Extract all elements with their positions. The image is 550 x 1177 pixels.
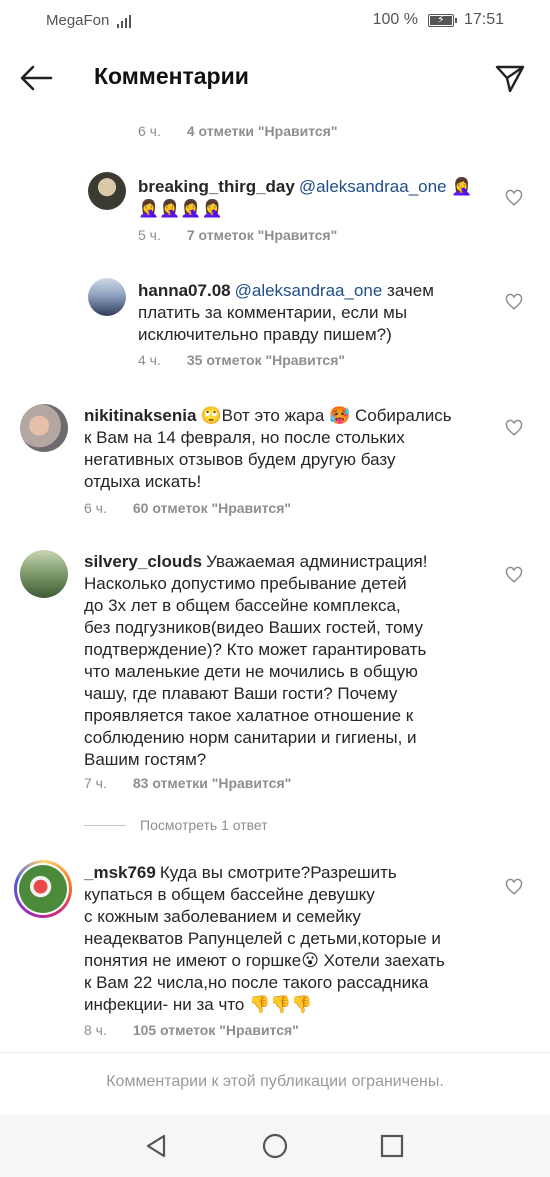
comment-line: 🤦‍♀️🤦‍♀️🤦‍♀️🤦‍♀️ [138, 199, 223, 218]
status-bar: MegaFon 100 % ⚡ 17:51 [0, 0, 550, 42]
comment-likes[interactable]: 4 отметки "Нравится" [187, 123, 338, 139]
divider-line [84, 824, 126, 826]
comment-mention[interactable]: @aleksandraa_one [299, 177, 447, 196]
view-replies-label: Посмотреть 1 ответ [140, 817, 268, 833]
avatar[interactable] [20, 404, 68, 452]
comment-username[interactable]: nikitinaksenia [84, 406, 196, 425]
comment-line: купаться в общем бассейне девушку [84, 885, 375, 904]
heart-icon[interactable] [505, 566, 523, 584]
comment-line: до 3х лет в общем бассейне комплекса, [84, 596, 401, 615]
nav-back-icon[interactable] [142, 1131, 172, 1161]
comment-line: инфекции- ни за что 👎👎👎 [84, 995, 313, 1014]
signal-icon [117, 14, 132, 28]
comment-line: исключительно правду пишем?) [138, 325, 392, 344]
comment-time: 6 ч. [138, 123, 161, 139]
comment-text: breaking_thirg_day @aleksandraa_one 🤦‍♀️ … [138, 176, 488, 220]
arrow-left-icon [20, 65, 53, 91]
heart-icon[interactable] [505, 419, 523, 437]
comment-time: 5 ч. [138, 227, 161, 243]
comment-mention[interactable]: @aleksandraa_one [235, 281, 383, 300]
comment-meta: 4 ч. 35 отметок "Нравится" [138, 352, 345, 368]
nav-recents-icon[interactable] [377, 1131, 407, 1161]
comment-line: к Вам на 14 февраля, но после стольких [84, 428, 405, 447]
comment-line: неадекватов Рапунцелей с детьми,которые … [84, 929, 441, 948]
comment-username[interactable]: _msk769 [84, 863, 156, 882]
comment-line: что маленькие дети не мочились в общую [84, 662, 418, 681]
comment-line: понятия не имеют о горшке😮 Хотели заехат… [84, 951, 445, 970]
comment-time: 7 ч. [84, 775, 107, 791]
share-button[interactable] [494, 62, 526, 94]
comment-likes[interactable]: 105 отметок "Нравится" [133, 1022, 299, 1038]
comment-likes[interactable]: 83 отметки "Нравится" [133, 775, 291, 791]
comment-meta: 6 ч. 4 отметки "Нравится" [138, 123, 337, 139]
heart-icon[interactable] [505, 293, 523, 311]
comment-text: nikitinaksenia 🙄Вот это жара 🥵 Собирались… [84, 405, 494, 493]
comment-line: чашу, где плавают Ваши гости? Почему [84, 684, 398, 703]
comment-line: 🙄Вот это жара 🥵 Собирались [200, 406, 452, 425]
comment-meta: 8 ч. 105 отметок "Нравится" [84, 1022, 299, 1038]
comment-meta: 7 ч. 83 отметки "Нравится" [84, 775, 291, 791]
view-replies-button[interactable]: Посмотреть 1 ответ [84, 817, 268, 833]
battery-icon: ⚡ [427, 13, 457, 27]
comment-likes[interactable]: 7 отметок "Нравится" [187, 227, 337, 243]
nav-home-icon[interactable] [260, 1131, 290, 1161]
comment-line: Уважаемая администрация! [206, 552, 428, 571]
avatar[interactable] [88, 278, 126, 316]
comment-line: с кожным заболеванием и семейку [84, 907, 361, 926]
page-title: Комментарии [94, 63, 249, 89]
comment-line: платить за комментарии, если мы [138, 303, 408, 322]
comment-line: отдыха искать! [84, 472, 202, 491]
comment-text: _msk769 Куда вы смотрите?Разрешить купать… [84, 862, 504, 1016]
comment-line: зачем [387, 281, 434, 300]
paper-plane-icon [495, 65, 525, 93]
divider [0, 1052, 550, 1053]
comment-line: Насколько допустимо пребывание детей [84, 574, 407, 593]
comment-text: silvery_clouds Уважаемая администрация! Н… [84, 551, 504, 771]
comment-meta: 5 ч. 7 отметок "Нравится" [138, 227, 337, 243]
comment-line: негативных отзывов будем другую базу [84, 450, 396, 469]
comment-meta: 6 ч. 60 отметок "Нравится" [84, 500, 291, 516]
comment-text: hanna07.08 @aleksandraa_one зачем платить… [138, 280, 488, 346]
comment-time: 6 ч. [84, 500, 107, 516]
comment-line: соблюдению норм санитарии и гигиены, и [84, 728, 417, 747]
carrier-name: MegaFon [46, 12, 110, 29]
comment-line: подтверждение)? Кто может гарантировать [84, 640, 427, 659]
comment-line: Вашим гостям? [84, 750, 207, 769]
status-right: 100 % ⚡ 17:51 [373, 11, 504, 29]
heart-icon[interactable] [505, 189, 523, 207]
status-left: MegaFon [46, 12, 132, 29]
back-button[interactable] [18, 62, 54, 94]
avatar[interactable] [20, 550, 68, 598]
comment-line: Куда вы смотрите?Разрешить [159, 863, 397, 882]
comment-line: проявляется такое халатное отношение к [84, 706, 414, 725]
avatar[interactable] [14, 860, 72, 918]
comments-limited-note: Комментарии к этой публикации ограничены… [106, 1073, 444, 1090]
comment-username[interactable]: hanna07.08 [138, 281, 231, 300]
comment-time: 4 ч. [138, 352, 161, 368]
comment-line: без подгузников(видео Ваших гостей, тому [84, 618, 423, 637]
battery-percent: 100 % [372, 11, 418, 28]
comment-likes[interactable]: 35 отметок "Нравится" [187, 352, 345, 368]
comment-username[interactable]: breaking_thirg_day [138, 177, 295, 196]
comment-time: 8 ч. [84, 1022, 107, 1038]
comment-username[interactable]: silvery_clouds [84, 552, 202, 571]
navigation-bar [0, 1115, 550, 1177]
comment-line: 🤦‍♀️ [451, 177, 473, 196]
header: Комментарии [0, 42, 550, 114]
comment-line: к Вам 22 числа,но после такого рассадник… [84, 973, 429, 992]
avatar[interactable] [88, 172, 126, 210]
comment-likes[interactable]: 60 отметок "Нравится" [133, 500, 291, 516]
clock: 17:51 [463, 11, 504, 28]
heart-icon[interactable] [505, 878, 523, 896]
